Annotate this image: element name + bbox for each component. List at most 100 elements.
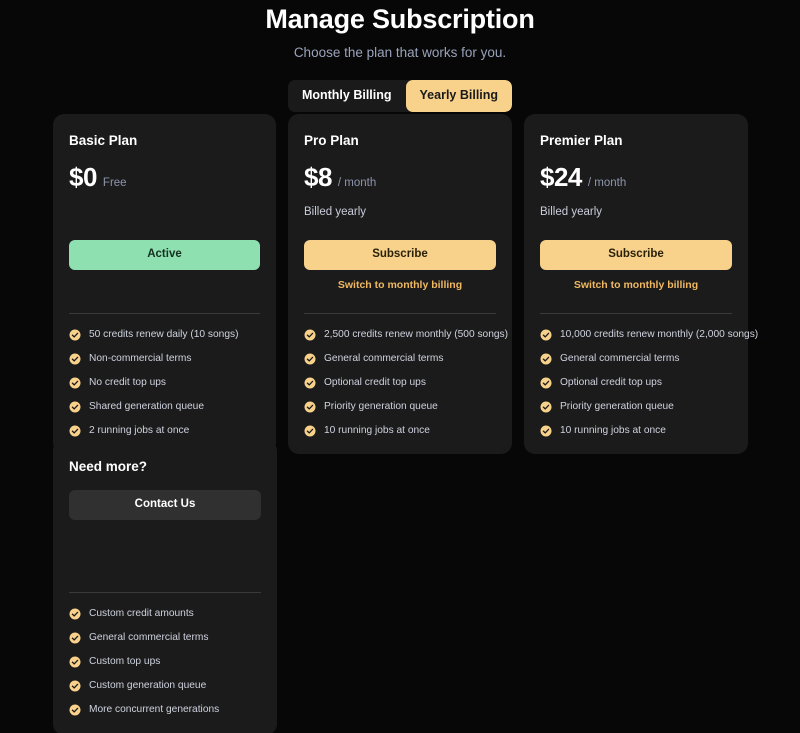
feature-item: 50 credits renew daily (10 songs) [69,328,260,342]
plan-name: Premier Plan [540,132,732,150]
plan-price-period: / month [588,176,626,191]
plan-price-amount: $24 [540,163,582,191]
feature-item: 2 running jobs at once [69,424,260,438]
check-circle-icon [69,608,81,620]
check-circle-icon [304,377,316,389]
subscription-page: Manage Subscription Choose the plan that… [0,0,800,733]
feature-item: 2,500 credits renew monthly (500 songs) [304,328,496,342]
feature-label: 10 running jobs at once [324,424,430,438]
page-title: Manage Subscription [0,2,800,36]
feature-label: Non-commercial terms [89,352,191,366]
check-circle-icon [304,353,316,365]
feature-label: 50 credits renew daily (10 songs) [89,328,239,342]
plan-name: Pro Plan [304,132,496,150]
check-circle-icon [69,680,81,692]
feature-label: Optional credit top ups [324,376,426,390]
plan-divider [69,313,260,314]
plan-cta-slot: Subscribe Switch to monthly billing [304,240,496,292]
feature-label: Priority generation queue [324,400,438,414]
plan-price-row: $8 / month [304,163,496,191]
feature-label: General commercial terms [89,631,208,645]
check-circle-icon [540,401,552,413]
feature-item: Custom top ups [69,655,261,669]
plan-cta-slot: Active [69,240,260,292]
check-circle-icon [69,425,81,437]
check-circle-icon [304,401,316,413]
feature-item: General commercial terms [69,631,261,645]
plan-divider [304,313,496,314]
plan-cta-slot: Subscribe Switch to monthly billing [540,240,732,292]
check-circle-icon [69,401,81,413]
feature-label: More concurrent generations [89,703,219,717]
feature-item: Priority generation queue [304,400,496,414]
check-circle-icon [69,704,81,716]
switch-billing-link[interactable]: Switch to monthly billing [304,278,496,292]
tab-yearly-billing[interactable]: Yearly Billing [406,80,513,112]
plan-card: Pro Plan$8/ monthBilled yearlySubscribeS… [288,114,512,454]
feature-label: Optional credit top ups [560,376,662,390]
check-circle-icon [69,632,81,644]
plan-card: Basic Plan $0 Free Active 50 credits renew… [53,114,276,454]
plan-price-amount: $8 [304,163,332,191]
check-circle-icon [304,329,316,341]
feature-item: Optional credit top ups [304,376,496,390]
plan-price-period: / month [338,176,376,191]
need-more-feature-list: Custom credit amounts General commercial … [69,607,261,717]
feature-label: 2 running jobs at once [89,424,189,438]
check-circle-icon [540,425,552,437]
feature-item: More concurrent generations [69,703,261,717]
feature-label: General commercial terms [324,352,443,366]
plan-name: Basic Plan [69,132,260,150]
plan-cta-button[interactable]: Subscribe [540,240,732,270]
feature-item: 10 running jobs at once [304,424,496,438]
feature-item: 10 running jobs at once [540,424,732,438]
check-circle-icon [69,353,81,365]
plan-card: Premier Plan $24 / month Billed yearly Subsc… [524,114,748,454]
plan-price-row: $24 / month [540,163,732,191]
plan-cta-button[interactable]: Subscribe [304,240,496,270]
plan-feature-list: 50 credits renew daily (10 songs) Non-com… [69,328,260,438]
plan-cta-button[interactable]: Active [69,240,260,270]
billing-toggle-container: Monthly Billing Yearly Billing [0,80,800,112]
contact-us-button[interactable]: Contact Us [69,490,261,520]
need-more-card: Need more? Contact Us Custom credit amou… [53,440,277,733]
plan-billed-note: Billed yearly [540,205,732,220]
check-circle-icon [540,377,552,389]
feature-label: 2,500 credits renew monthly (500 songs) [324,328,508,342]
page-subtitle: Choose the plan that works for you. [0,44,800,62]
switch-billing-link[interactable]: Switch to monthly billing [540,278,732,292]
feature-label: General commercial terms [560,352,679,366]
tab-monthly-billing[interactable]: Monthly Billing [288,80,406,112]
need-more-row: Need more? Contact Us Custom credit amou… [53,440,748,733]
feature-label: Priority generation queue [560,400,674,414]
plan-cards-row: Basic Plan $0 Free Active 50 credits renew… [53,114,748,454]
billing-toggle: Monthly Billing Yearly Billing [288,80,512,112]
feature-label: 10 running jobs at once [560,424,666,438]
feature-label: Custom generation queue [89,679,206,693]
check-circle-icon [69,329,81,341]
check-circle-icon [69,377,81,389]
page-header: Manage Subscription Choose the plan that… [0,0,800,62]
plan-divider [540,313,732,314]
feature-item: General commercial terms [540,352,732,366]
plan-price-row: $0 Free [69,163,260,191]
need-more-divider [69,592,261,593]
need-more-cta-slot: Contact Us [69,490,261,520]
plan-price-amount: $0 [69,163,97,191]
feature-item: Custom generation queue [69,679,261,693]
feature-item: Priority generation queue [540,400,732,414]
check-circle-icon [540,353,552,365]
feature-item: Shared generation queue [69,400,260,414]
feature-item: Non-commercial terms [69,352,260,366]
feature-item: Optional credit top ups [540,376,732,390]
feature-item: No credit top ups [69,376,260,390]
need-more-title: Need more? [69,458,261,476]
feature-label: Shared generation queue [89,400,204,414]
feature-label: Custom credit amounts [89,607,194,621]
check-circle-icon [304,425,316,437]
check-circle-icon [69,656,81,668]
plan-price-period: Free [103,176,127,191]
check-circle-icon [540,329,552,341]
feature-item: 10,000 credits renew monthly (2,000 song… [540,328,732,342]
plan-feature-list: 2,500 credits renew monthly (500 songs) G… [304,328,496,438]
